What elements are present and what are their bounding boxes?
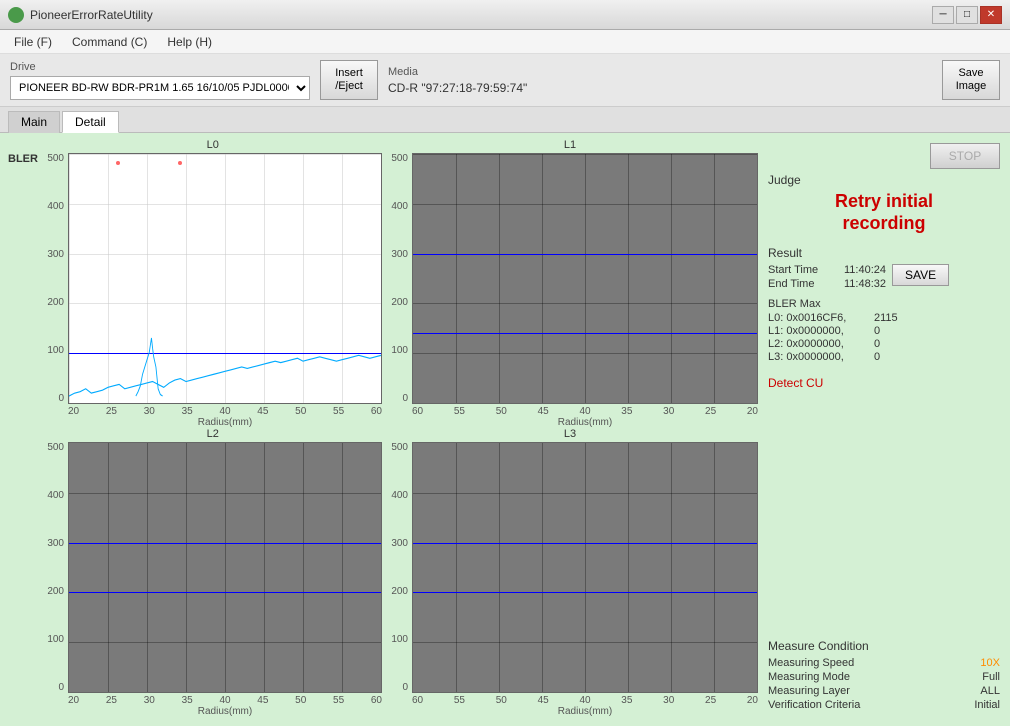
l1-y-axis: 500 400 300 200 100 0 [382,153,412,404]
menu-file[interactable]: File (F) [6,33,60,51]
l2-x-axis: 20 25 30 35 40 45 50 55 60 [38,693,382,706]
bler-l1-row: L1: 0x0000000, 0 [768,325,1000,337]
measuring-layer-value: ALL [980,685,1000,697]
end-time-row: End Time 11:48:32 [768,278,886,290]
chart-l3: L3 500 400 300 200 100 0 [382,428,758,717]
chart-l0: BLER L0 500 400 300 200 100 0 [6,139,382,428]
bler-l2-key: L2: 0x0000000, [768,338,868,350]
toolbar: Drive PIONEER BD-RW BDR-PR1M 1.65 16/10/… [0,54,1010,107]
end-time-value: 11:48:32 [844,278,886,290]
bler-l2-value: 0 [874,338,880,350]
right-panel: STOP Judge Retry initial recording Resul… [764,139,1004,717]
save-image-button[interactable]: Save Image [942,60,1000,100]
main-content: BLER L0 500 400 300 200 100 0 [0,133,1010,723]
result-title: Result [768,246,1000,260]
bler-l3-key: L3: 0x0000000, [768,351,868,363]
stop-button[interactable]: STOP [930,143,1000,169]
chart-l0-label: L0 [207,139,219,151]
measure-section: Measure Condition Measuring Speed 10X Me… [768,639,1000,713]
maximize-button[interactable]: □ [956,6,978,24]
minimize-button[interactable]: ─ [932,6,954,24]
l0-x-label: Radius(mm) [38,417,382,428]
app-icon [8,7,24,23]
bler-axis-label: BLER [8,153,38,165]
bler-max-section: BLER Max L0: 0x0016CF6, 2115 L1: 0x00000… [768,298,1000,364]
measuring-layer-row: Measuring Layer ALL [768,685,1000,697]
judge-line1: Retry initial [835,191,933,211]
chart-l1: L1 500 400 300 200 100 0 [382,139,758,428]
l3-chart-area [412,442,758,693]
bler-l1-key: L1: 0x0000000, [768,325,868,337]
window-controls: ─ □ ✕ [932,6,1002,24]
tab-main[interactable]: Main [8,111,60,133]
bler-l1-value: 0 [874,325,880,337]
measure-title: Measure Condition [768,639,1000,653]
l0-y-axis: 500 400 300 200 100 0 [38,153,68,404]
l1-x-label: Radius(mm) [382,417,758,428]
menu-bar: File (F) Command (C) Help (H) [0,30,1010,54]
chart-l2-label: L2 [207,428,219,440]
l3-x-label: Radius(mm) [382,706,758,717]
bler-l3-row: L3: 0x0000000, 0 [768,351,1000,363]
drive-group: Drive PIONEER BD-RW BDR-PR1M 1.65 16/10/… [10,61,310,100]
title-bar: PioneerErrorRateUtility ─ □ ✕ [0,0,1010,30]
insert-eject-button[interactable]: Insert /Eject [320,60,378,100]
save-button[interactable]: SAVE [892,264,949,286]
l3-y-axis: 500 400 300 200 100 0 [382,442,412,693]
bler-l0-value: 2115 [874,312,898,324]
l1-chart-area [412,153,758,404]
drive-label: Drive [10,61,310,73]
l0-chart-area [68,153,382,404]
measuring-speed-row: Measuring Speed 10X [768,657,1000,669]
chart-l2: L2 500 400 300 200 100 0 [6,428,382,717]
l2-y-axis: 500 400 300 200 100 0 [38,442,68,693]
judge-section: Judge Retry initial recording [768,173,1000,238]
tab-bar: Main Detail [0,107,1010,133]
verification-criteria-value: Initial [974,699,1000,711]
start-time-value: 11:40:24 [844,264,886,276]
close-button[interactable]: ✕ [980,6,1002,24]
measuring-mode-value: Full [982,671,1000,683]
menu-help[interactable]: Help (H) [159,33,220,51]
tab-detail[interactable]: Detail [62,111,119,133]
measuring-speed-value: 10X [980,657,1000,669]
bler-l3-value: 0 [874,351,880,363]
chart-l1-label: L1 [564,139,576,151]
bler-l2-row: L2: 0x0000000, 0 [768,338,1000,350]
l1-x-axis: 60 55 50 45 40 35 30 25 20 [382,404,758,417]
judge-line2: recording [842,213,925,233]
end-time-label: End Time [768,278,838,290]
l0-x-axis: 20 25 30 35 40 45 50 55 60 [38,404,382,417]
verification-criteria-row: Verification Criteria Initial [768,699,1000,711]
l2-chart-area [68,442,382,693]
detect-cu: Detect CU [768,376,1000,390]
measuring-mode-row: Measuring Mode Full [768,671,1000,683]
bler-max-title: BLER Max [768,298,1000,310]
measuring-layer-label: Measuring Layer [768,685,850,697]
menu-command[interactable]: Command (C) [64,33,155,51]
charts-area: BLER L0 500 400 300 200 100 0 [6,139,758,717]
measuring-mode-label: Measuring Mode [768,671,850,683]
media-label: Media [388,66,932,78]
chart-l3-label: L3 [564,428,576,440]
judge-title: Judge [768,173,801,187]
judge-value: Retry initial recording [768,191,1000,234]
l2-x-label: Radius(mm) [38,706,382,717]
media-value: CD-R "97:27:18-79:59:74" [388,81,932,95]
verification-criteria-label: Verification Criteria [768,699,860,711]
result-section: Result Start Time 11:40:24 End Time 11:4… [768,246,1000,292]
start-time-row: Start Time 11:40:24 [768,264,886,276]
measuring-speed-label: Measuring Speed [768,657,854,669]
drive-select[interactable]: PIONEER BD-RW BDR-PR1M 1.65 16/10/05 PJD… [10,76,310,100]
start-time-label: Start Time [768,264,838,276]
window-title: PioneerErrorRateUtility [30,8,153,22]
media-group: Media CD-R "97:27:18-79:59:74" [388,66,932,95]
bler-l0-key: L0: 0x0016CF6, [768,312,868,324]
l3-x-axis: 60 55 50 45 40 35 30 25 20 [382,693,758,706]
bler-l0-row: L0: 0x0016CF6, 2115 [768,312,1000,324]
